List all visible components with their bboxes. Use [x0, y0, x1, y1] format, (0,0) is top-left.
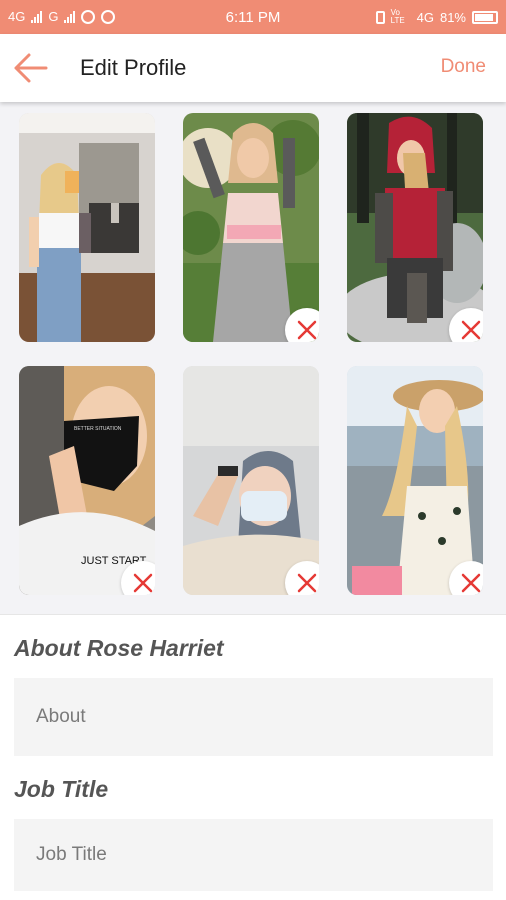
mask-text: BETTER SITUATION — [74, 426, 122, 432]
back-button[interactable] — [12, 52, 48, 84]
photo-5[interactable] — [183, 366, 319, 595]
delete-photo-2-button[interactable] — [285, 308, 319, 342]
delete-photo-6-button[interactable] — [449, 561, 483, 595]
job-title-input[interactable] — [14, 819, 493, 891]
photo-grid: BETTER SITUATION JUST START — [0, 102, 506, 614]
status-right: Vo LTE 4G 81% — [375, 8, 498, 25]
job-title-label: Job Title — [14, 776, 109, 802]
job-title-field — [14, 819, 493, 891]
close-icon — [297, 573, 317, 593]
about-input[interactable] — [14, 678, 493, 756]
volte-label: Vo LTE — [390, 8, 405, 25]
about-field — [14, 678, 493, 756]
close-icon — [461, 320, 481, 340]
status-bar: 4G G 6:11 PM Vo LTE 4G 81% — [0, 0, 506, 34]
done-button[interactable]: Done — [441, 56, 486, 78]
battery-icon — [472, 10, 498, 24]
photo-6[interactable] — [347, 366, 483, 595]
close-icon — [297, 320, 317, 340]
about-label: About Rose Harriet — [14, 635, 224, 661]
vibrate-icon — [375, 10, 385, 24]
photo-3[interactable] — [347, 113, 483, 342]
photo-1-image — [19, 113, 155, 342]
delete-photo-3-button[interactable] — [449, 308, 483, 342]
app-bar: Edit Profile Done — [0, 34, 506, 102]
profile-form: About Rose Harriet Job Title — [0, 614, 506, 900]
network-type-right: 4G — [416, 9, 434, 25]
close-icon — [133, 573, 153, 593]
photo-4[interactable]: BETTER SITUATION JUST START — [19, 366, 155, 595]
photo-2[interactable] — [183, 113, 319, 342]
battery-percent: 81% — [439, 9, 466, 25]
close-icon — [461, 573, 481, 593]
photo-1[interactable] — [19, 113, 155, 342]
arrow-left-icon — [14, 53, 48, 83]
delete-photo-4-button[interactable] — [121, 561, 155, 595]
delete-photo-5-button[interactable] — [285, 561, 319, 595]
page-title: Edit Profile — [80, 55, 187, 80]
